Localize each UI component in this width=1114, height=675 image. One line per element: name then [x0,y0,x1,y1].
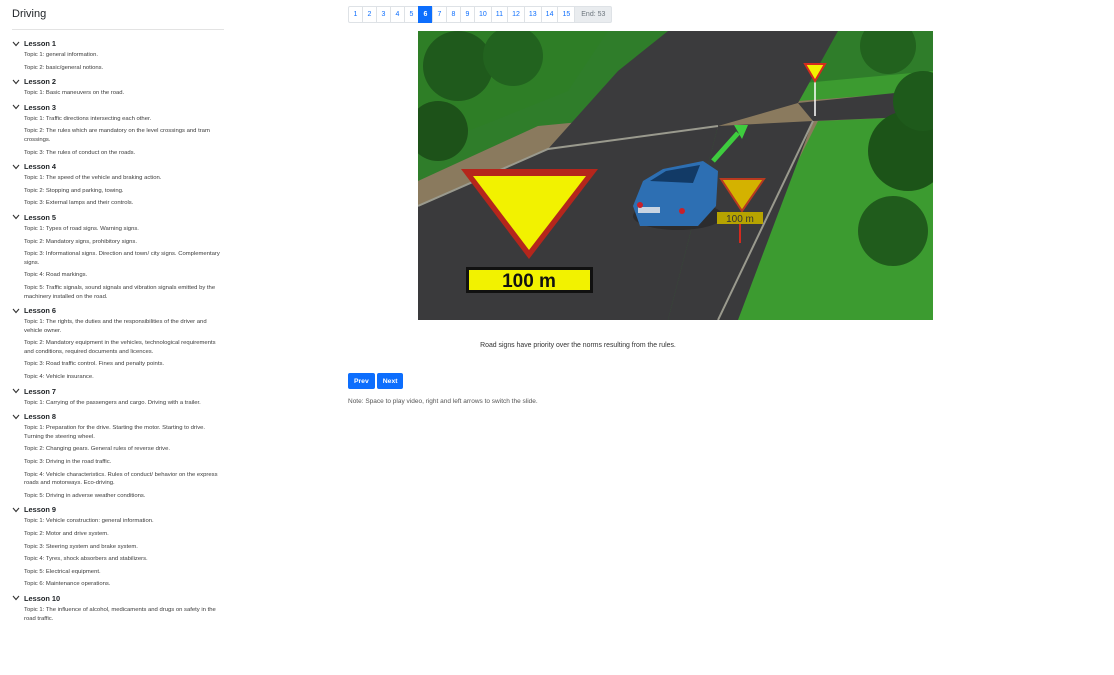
lesson-header[interactable]: Lesson 9 [12,504,224,515]
topic-link[interactable]: Topic 5: Electrical equipment. [12,568,226,577]
chevron-down-icon [12,39,24,48]
lesson-title: Lesson 5 [24,212,57,222]
next-button[interactable]: Next [376,373,404,389]
topic-link[interactable]: Topic 1: Traffic directions intersecting… [12,115,226,124]
lesson-header[interactable]: Lesson 2 [12,76,224,87]
topic-link[interactable]: Topic 4: Vehicle characteristics. Rules … [12,471,226,488]
page-11[interactable]: 11 [490,6,509,23]
topic-link[interactable]: Topic 2: Mandatory equipment in the vehi… [12,339,226,356]
chevron-down-icon [12,306,24,315]
lesson-header[interactable]: Lesson 4 [12,161,224,172]
lesson-title: Lesson 2 [24,77,57,87]
topic-link[interactable]: Topic 3: The rules of conduct on the roa… [12,149,226,158]
keyboard-note: Note: Space to play video, right and lef… [348,398,538,405]
topic-link[interactable]: Topic 1: Preparation for the drive. Star… [12,424,226,441]
topic-link[interactable]: Topic 1: The influence of alcohol, medic… [12,606,226,623]
lesson-group: Lesson 2 Topic 1: Basic maneuvers on the … [12,76,224,98]
topic-link[interactable]: Topic 2: Stopping and parking, towing. [12,187,226,196]
topic-link[interactable]: Topic 1: The speed of the vehicle and br… [12,174,226,183]
page-14[interactable]: 14 [540,6,559,23]
lesson-header[interactable]: Lesson 7 [12,386,224,397]
page-9[interactable]: 9 [460,6,475,23]
topic-link[interactable]: Topic 2: basic/general notions. [12,64,226,73]
topic-link[interactable]: Topic 3: Road traffic control. Fines and… [12,360,226,369]
chevron-down-icon [12,387,24,396]
chevron-down-icon [12,505,24,514]
page-15[interactable]: 15 [557,6,576,23]
lesson-title: Lesson 1 [24,39,57,48]
slide-image: 100 m 100 m [418,31,933,320]
lesson-header[interactable]: Lesson 3 [12,102,224,113]
page-7[interactable]: 7 [432,6,447,23]
lesson-header[interactable]: Lesson 6 [12,305,224,316]
topic-link[interactable]: Topic 3: External lamps and their contro… [12,199,226,208]
small-sign-plate: 100 m [726,214,754,225]
page-6[interactable]: 6 [418,6,433,23]
topic-link[interactable]: Topic 4: Vehicle insurance. [12,373,226,382]
topic-link[interactable]: Topic 2: Changing gears. General rules o… [12,445,226,454]
lesson-title: Lesson 9 [24,505,57,515]
page-10[interactable]: 10 [474,6,492,23]
chevron-down-icon [12,213,24,222]
topic-link[interactable]: Topic 6: Maintenance operations. [12,580,226,589]
lesson-header[interactable]: Lesson 10 [12,593,224,604]
big-sign-plate: 100 m [502,271,556,292]
page-1[interactable]: 1 [348,6,363,23]
lesson-group: Lesson 10 Topic 1: The influence of alcoh… [12,593,224,623]
page-2[interactable]: 2 [362,6,377,23]
topic-link[interactable]: Topic 2: The rules which are mandatory o… [12,127,226,144]
lesson-group: Lesson 3 Topic 1: Traffic directions inte… [12,102,224,157]
lesson-group: Lesson 6 Topic 1: The rights, the duties … [12,305,224,382]
topic-link[interactable]: Topic 5: Traffic signals, sound signals … [12,284,226,301]
page-12[interactable]: 12 [507,6,525,23]
topic-link[interactable]: Topic 3: Informational signs. Direction … [12,250,226,267]
sidebar: Driving Lesson 1 Topic 1: general informa… [0,0,232,675]
topic-link[interactable]: Topic 1: Types of road signs. Warning si… [12,225,226,234]
page-4[interactable]: 4 [390,6,405,23]
lesson-header[interactable]: Lesson 8 [12,411,224,422]
slide-nav-buttons: Prev Next [348,373,404,389]
topic-link[interactable]: Topic 4: Tyres, shock absorbers and stab… [12,555,226,564]
topic-link[interactable]: Topic 1: Vehicle construction: general i… [12,517,226,526]
chevron-down-icon [12,162,24,171]
page-5[interactable]: 5 [404,6,419,23]
lesson-title: Lesson 6 [24,306,57,316]
chevron-down-icon [12,594,24,603]
topic-link[interactable]: Topic 1: Basic maneuvers on the road. [12,89,226,98]
lesson-group: Lesson 7 Topic 1: Carrying of the passeng… [12,386,224,408]
lesson-group: Lesson 5 Topic 1: Types of road signs. Wa… [12,212,224,301]
lesson-list: Lesson 1 Topic 1: general information. Top… [12,38,224,623]
page-3[interactable]: 3 [376,6,391,23]
lesson-header[interactable]: Lesson 1 [12,38,224,49]
prev-button[interactable]: Prev [348,373,375,389]
chevron-down-icon [12,412,24,421]
lesson-header[interactable]: Lesson 5 [12,212,224,223]
lesson-group: Lesson 4 Topic 1: The speed of the vehicl… [12,161,224,208]
chevron-down-icon [12,103,24,112]
lesson-group: Lesson 8 Topic 1: Preparation for the dri… [12,411,224,500]
lesson-title: Lesson 4 [24,162,57,172]
lesson-title: Lesson 3 [24,102,57,112]
topic-link[interactable]: Topic 3: Steering system and brake syste… [12,543,226,552]
page-end-indicator: End: 53 [574,6,613,23]
lesson-title: Lesson 10 [24,593,61,603]
slide-caption: Road signs have priority over the norms … [480,342,676,349]
lesson-group: Lesson 9 Topic 1: Vehicle construction: g… [12,504,224,589]
topic-link[interactable]: Topic 1: The rights, the duties and the … [12,318,226,335]
topic-link[interactable]: Topic 2: Mandatory signs, prohibitory si… [12,238,226,247]
topic-link[interactable]: Topic 3: Driving in the road traffic. [12,458,226,467]
lesson-title: Lesson 7 [24,386,57,396]
topic-link[interactable]: Topic 1: general information. [12,51,226,60]
topic-link[interactable]: Topic 4: Road markings. [12,271,226,280]
lesson-title: Lesson 8 [24,412,57,422]
chevron-down-icon [12,77,24,86]
topic-link[interactable]: Topic 1: Carrying of the passengers and … [12,399,226,408]
lesson-group: Lesson 1 Topic 1: general information. Top… [12,38,224,72]
page-13[interactable]: 13 [523,6,542,23]
slide-pagination: 1 2 3 4 5 6 7 8 9 10 11 12 13 14 15 End: 53 [348,6,613,23]
topic-link[interactable]: Topic 5: Driving in adverse weather cond… [12,492,226,501]
topic-link[interactable]: Topic 2: Motor and drive system. [12,530,226,539]
sidebar-title: Driving [12,8,224,30]
page-8[interactable]: 8 [446,6,461,23]
